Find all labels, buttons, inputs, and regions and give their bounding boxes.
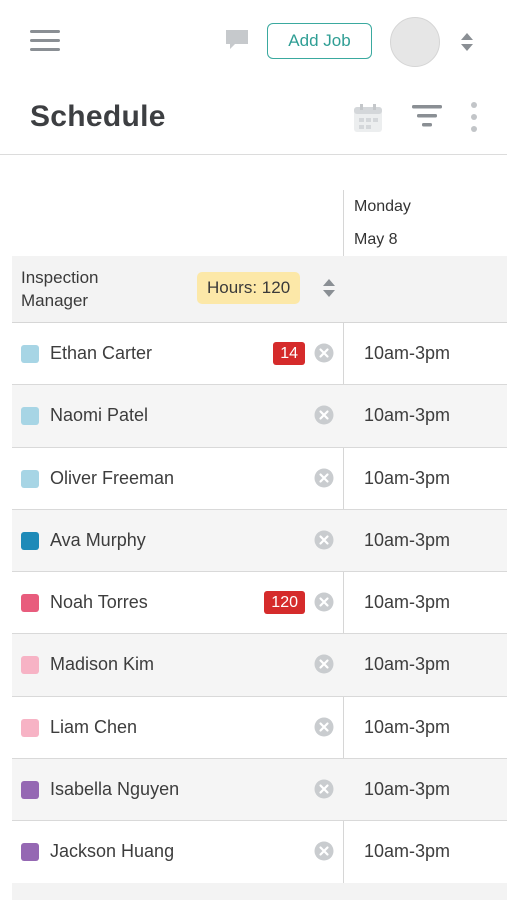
remove-icon[interactable]: [314, 592, 334, 612]
employee-row[interactable]: Ethan Carter 14 10am-3pm: [12, 323, 507, 386]
employee-name: Ethan Carter: [50, 343, 153, 363]
shift-cell[interactable]: 10am-3pm: [364, 654, 450, 675]
employee-count-badge: 14: [273, 342, 305, 365]
employee-color-swatch: [21, 843, 39, 862]
day-date: May 8: [354, 231, 398, 248]
title-bar: Schedule: [0, 82, 507, 155]
employee-color-swatch: [21, 594, 39, 613]
account-switch-icon[interactable]: [459, 31, 475, 53]
remove-icon[interactable]: [314, 405, 334, 425]
employee-name: Ava Murphy: [50, 529, 146, 550]
hours-badge: Hours: 120: [197, 272, 301, 304]
shift-cell[interactable]: 10am-3pm: [364, 779, 450, 800]
employee-row[interactable]: Jackson Huang 10am-3pm: [12, 821, 507, 884]
employee-name: Jackson Huang: [50, 841, 175, 862]
next-group-header: [12, 883, 507, 900]
employee-color-swatch: [21, 781, 39, 800]
group-header: Inspection Manager Hours: 120: [12, 256, 507, 323]
employee-name: Isabella Nguyen: [50, 779, 180, 800]
employee-row[interactable]: Madison Kim 10am-3pm: [12, 634, 507, 697]
employee-row[interactable]: Naomi Patel 10am-3pm: [12, 385, 507, 448]
page-title: Schedule: [30, 100, 166, 133]
employee-color-swatch: [21, 656, 39, 675]
remove-icon[interactable]: [314, 841, 334, 861]
sort-icon[interactable]: [322, 277, 336, 299]
day-name: Monday: [354, 198, 411, 215]
employee-list: Ethan Carter 14 10am-3pm Naomi Patel 10am-3p…: [12, 323, 507, 884]
employee-color-swatch: [21, 531, 39, 550]
remove-icon[interactable]: [314, 654, 334, 674]
schedule-grid: Monday May 8 Inspection Manager Hours: 1…: [0, 155, 507, 900]
shift-cell[interactable]: 10am-3pm: [364, 717, 450, 738]
more-options-icon[interactable]: [468, 101, 480, 133]
filter-icon[interactable]: [412, 103, 442, 129]
employee-color-swatch: [21, 345, 39, 363]
calendar-icon[interactable]: [352, 102, 384, 134]
employee-name: Oliver Freeman: [50, 467, 175, 488]
shift-cell[interactable]: 10am-3pm: [364, 468, 450, 489]
employee-color-swatch: [21, 469, 39, 488]
avatar[interactable]: [390, 17, 440, 67]
shift-cell[interactable]: 10am-3pm: [364, 343, 450, 364]
employee-row[interactable]: Liam Chen 10am-3pm: [12, 697, 507, 760]
employee-count-badge: 120: [264, 591, 305, 615]
group-title: Inspection Manager: [21, 268, 99, 310]
shift-cell[interactable]: 10am-3pm: [364, 530, 450, 551]
top-bar: Add Job: [0, 0, 507, 82]
hamburger-menu-icon[interactable]: [30, 30, 60, 52]
employee-row[interactable]: Ava Murphy 10am-3pm: [12, 509, 507, 573]
employee-row[interactable]: Noah Torres 120 10am-3pm: [12, 572, 507, 635]
remove-icon[interactable]: [314, 343, 334, 363]
employee-color-swatch: [21, 718, 39, 737]
employee-name: Liam Chen: [50, 716, 138, 737]
employee-color-swatch: [21, 407, 39, 426]
add-job-button[interactable]: Add Job: [267, 23, 372, 59]
employee-name: Madison Kim: [50, 654, 155, 675]
remove-icon[interactable]: [314, 530, 334, 550]
chat-icon[interactable]: [224, 29, 250, 51]
employee-name: Noah Torres: [50, 592, 148, 613]
remove-icon[interactable]: [314, 468, 334, 488]
employee-row[interactable]: Isabella Nguyen 10am-3pm: [12, 759, 507, 822]
remove-icon[interactable]: [314, 717, 334, 737]
shift-cell[interactable]: 10am-3pm: [364, 592, 450, 613]
shift-cell[interactable]: 10am-3pm: [364, 841, 450, 862]
employee-row[interactable]: Oliver Freeman 10am-3pm: [12, 448, 507, 510]
employee-name: Naomi Patel: [50, 405, 149, 426]
remove-icon[interactable]: [314, 779, 334, 799]
shift-cell[interactable]: 10am-3pm: [364, 405, 450, 426]
